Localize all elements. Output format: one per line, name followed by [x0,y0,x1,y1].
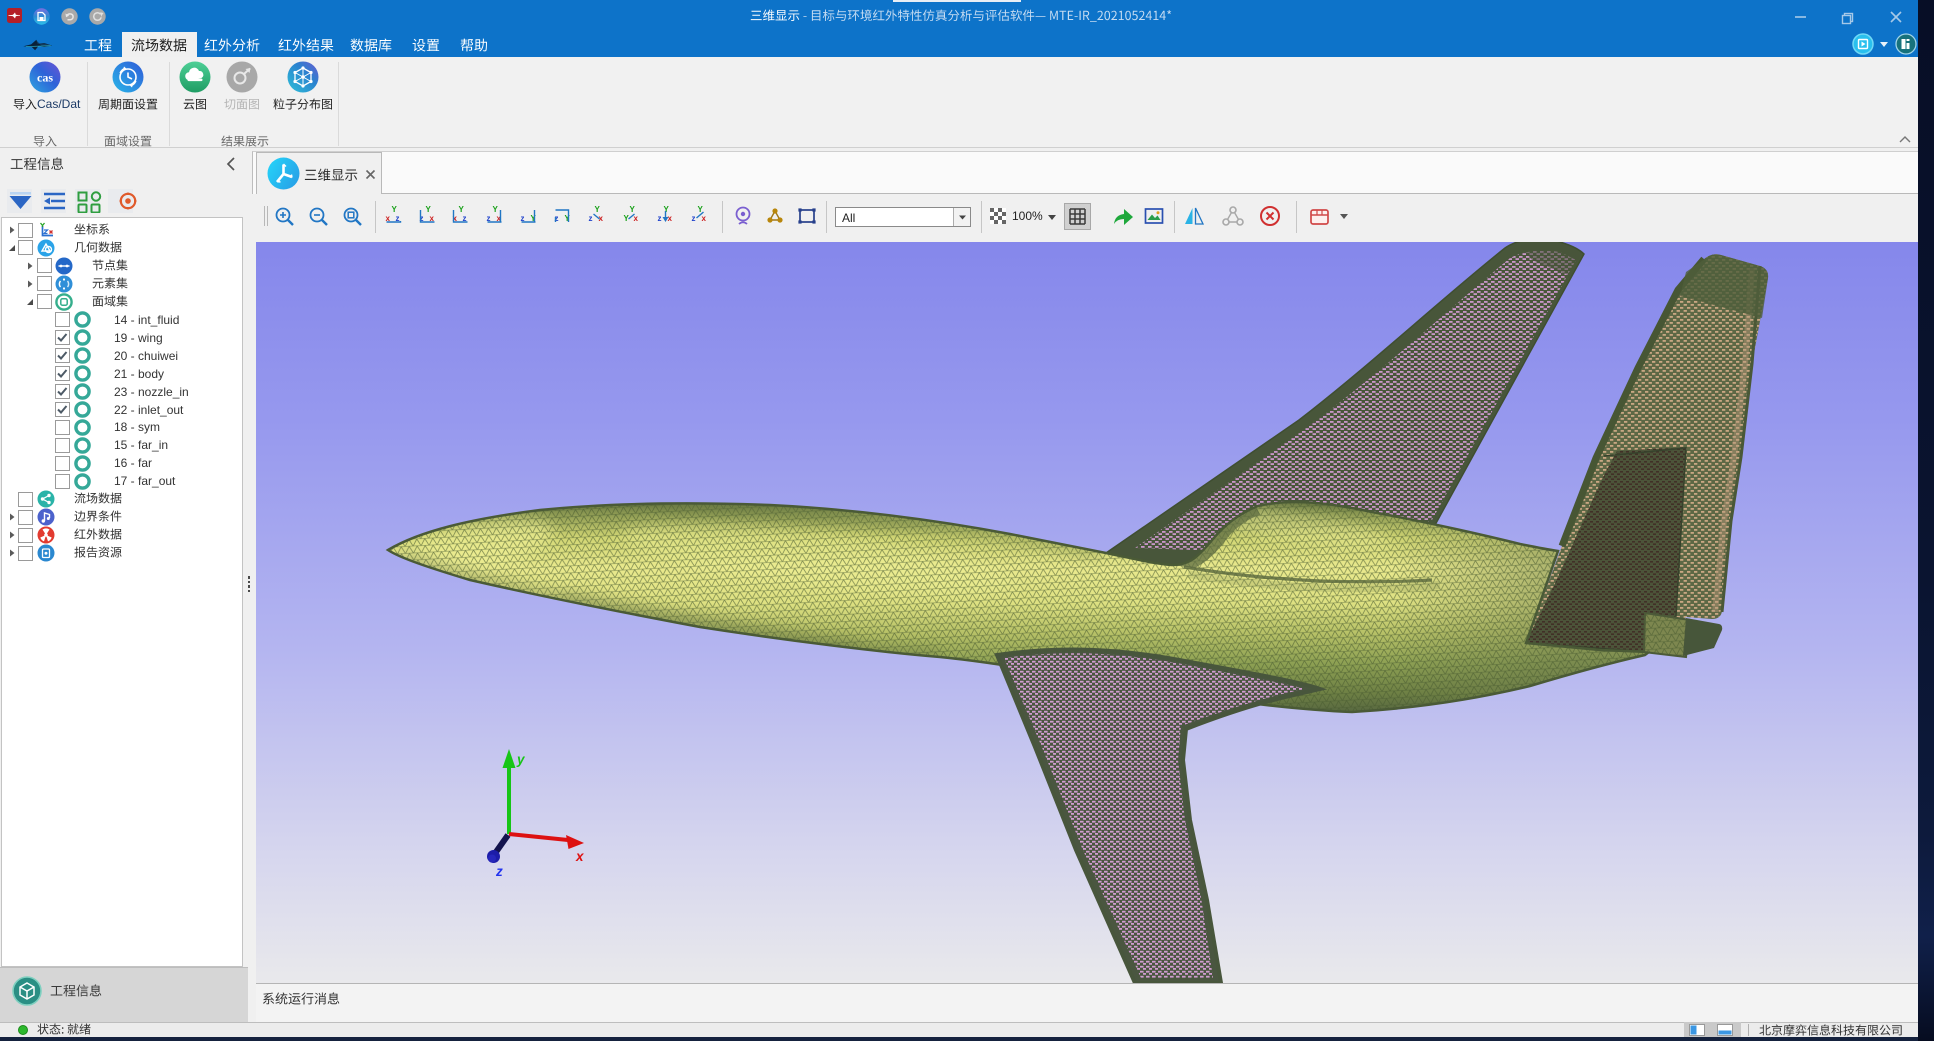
svg-text:z: z [589,214,593,223]
svg-text:cas: cas [37,71,53,85]
svg-text:Y: Y [493,205,499,214]
svg-text:z: z [658,214,662,223]
svg-text:Y: Y [565,214,571,223]
svg-text:z: z [495,864,503,879]
svg-text:y: y [516,752,526,767]
svg-text:Y: Y [459,205,465,214]
svg-text:Y: Y [664,205,670,214]
svg-text:Y: Y [426,205,432,214]
svg-text:z: z [692,214,696,223]
svg-text:Y: Y [392,205,398,214]
svg-text:x: x [668,214,673,223]
svg-text:x: x [575,849,584,864]
svg-text:x: x [634,214,639,223]
svg-text:x: x [702,214,707,223]
svg-text:Y: Y [595,205,601,214]
svg-text:Y: Y [630,205,636,214]
